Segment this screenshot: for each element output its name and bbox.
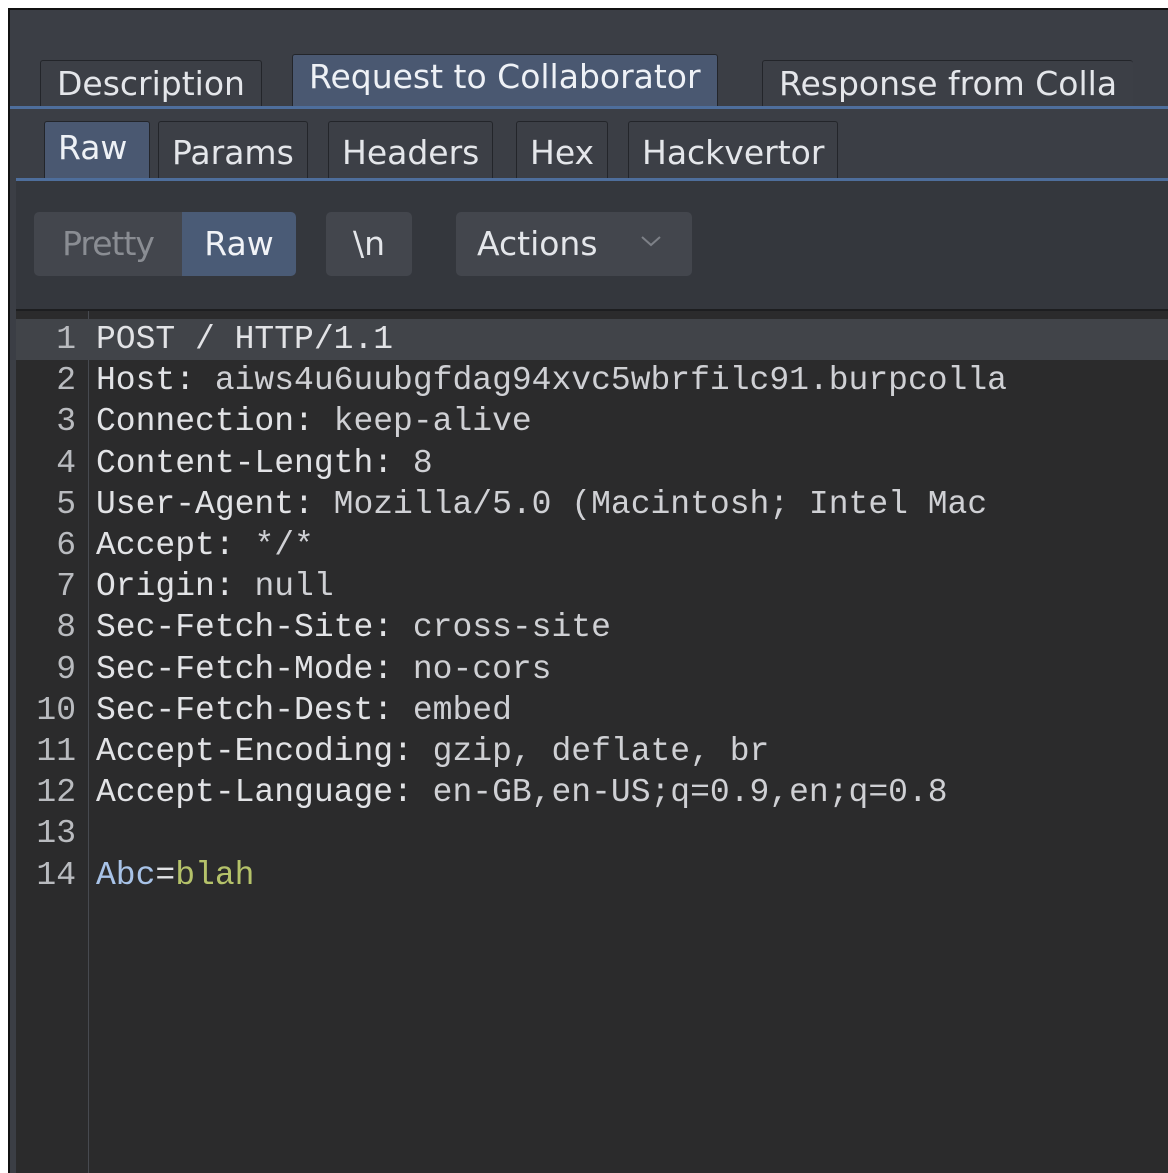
header-name: Accept: <box>96 527 255 564</box>
header-name: Sec-Fetch-Mode: <box>96 650 413 688</box>
subtab-hackvertor[interactable]: Hackvertor <box>628 121 839 178</box>
body-param-equals: = <box>155 856 176 894</box>
line-text: Accept-Encoding: gzip, deflate, br <box>96 731 769 772</box>
line-number: 7 <box>56 568 76 606</box>
line-text: Host: aiws4u6uubgfdag94xvc5wbrfilc91.bur… <box>96 360 1007 401</box>
editor-line[interactable]: 1 POST / HTTP/1.1 <box>16 319 1168 360</box>
header-name: User-Agent: <box>96 485 334 523</box>
line-text: Sec-Fetch-Dest: embed <box>96 690 512 731</box>
header-name: Connection: <box>96 403 334 441</box>
subtab-headers[interactable]: Headers <box>328 121 494 178</box>
tab-request-to-collaborator[interactable]: Request to Collaborator <box>292 54 718 106</box>
header-name: Accept-Encoding: <box>96 733 433 770</box>
header-value: embed <box>412 691 512 729</box>
editor-line[interactable]: 5 User-Agent: Mozilla/5.0 (Macintosh; Int… <box>16 484 1168 525</box>
line-text: Sec-Fetch-Mode: no-cors <box>96 649 551 690</box>
show-newlines-button[interactable]: \n <box>326 212 412 276</box>
line-number: 4 <box>56 444 76 482</box>
header-value: cross-site <box>412 609 611 647</box>
tab-response-from-collaborator[interactable]: Response from Colla <box>762 60 1134 106</box>
request-editor[interactable]: 1 POST / HTTP/1.1 2 Host: aiws4u6uubgfdag94… <box>16 309 1168 1173</box>
line-number: 2 <box>56 362 76 400</box>
line-number: 5 <box>56 485 76 523</box>
raw-toggle-button[interactable]: Raw <box>182 212 296 276</box>
header-name: Sec-Fetch-Site: <box>96 609 413 647</box>
header-value: 8 <box>412 444 433 482</box>
actions-dropdown-button[interactable]: Actions <box>456 212 692 276</box>
message-viewer-panel: Description Request to Collaborator Resp… <box>8 8 1168 1173</box>
header-value: no-cors <box>412 650 552 688</box>
editor-line[interactable]: 13 <box>16 813 1168 854</box>
body-param-value: blah <box>175 856 255 894</box>
body-param-name: Abc <box>96 856 156 894</box>
line-number: 6 <box>56 527 76 564</box>
header-name: Origin: <box>96 568 255 606</box>
subtab-hex[interactable]: Hex <box>516 121 609 178</box>
top-tab-bar: Description Request to Collaborator Resp… <box>10 10 1168 106</box>
pretty-toggle-button[interactable]: Pretty <box>34 212 182 276</box>
line-number: 9 <box>56 650 76 688</box>
header-value: en-GB,en-US;q=0.9,en;q=0.8 <box>432 774 948 812</box>
line-number: 1 <box>56 321 76 358</box>
header-value: */* <box>254 527 314 564</box>
line-text: POST / HTTP/1.1 <box>96 319 393 360</box>
editor-line[interactable]: 8 Sec-Fetch-Site: cross-site <box>16 607 1168 648</box>
line-text: Abc=blah <box>96 855 254 896</box>
subtab-raw[interactable]: Raw <box>44 121 150 178</box>
header-value: keep-alive <box>333 403 532 441</box>
line-number: 10 <box>36 691 76 729</box>
line-text: User-Agent: Mozilla/5.0 (Macintosh; Inte… <box>96 484 987 525</box>
header-name: Host: <box>96 362 215 400</box>
editor-line[interactable]: 4 Content-Length: 8 <box>16 443 1168 484</box>
editor-line[interactable]: 7 Origin: null <box>16 566 1168 607</box>
header-name: Sec-Fetch-Dest: <box>96 691 413 729</box>
line-number: 8 <box>56 609 76 647</box>
line-number: 11 <box>36 733 76 770</box>
line-text: Origin: null <box>96 566 334 607</box>
header-value: gzip, deflate, br <box>432 733 770 770</box>
line-text: Accept-Language: en-GB,en-US;q=0.9,en;q=… <box>96 772 948 813</box>
editor-line[interactable]: 10 Sec-Fetch-Dest: embed <box>16 690 1168 731</box>
editor-line[interactable]: 3 Connection: keep-alive <box>16 401 1168 442</box>
editor-line[interactable]: 14 Abc=blah <box>16 855 1168 896</box>
line-number: 13 <box>36 815 76 853</box>
header-value: Mozilla/5.0 (Macintosh; Intel Mac <box>333 485 988 523</box>
editor-line[interactable]: 12 Accept-Language: en-GB,en-US;q=0.9,en;… <box>16 772 1168 813</box>
header-value: aiws4u6uubgfdag94xvc5wbrfilc91.burpcolla <box>214 362 1007 400</box>
header-name: POST / HTTP/1.1 <box>96 321 394 358</box>
header-name: Content-Length: <box>96 444 413 482</box>
header-name: Accept-Language: <box>96 774 433 812</box>
subtab-params[interactable]: Params <box>158 121 308 178</box>
editor-line[interactable]: 11 Accept-Encoding: gzip, deflate, br <box>16 731 1168 772</box>
line-number: 3 <box>56 403 76 441</box>
chevron-down-icon <box>641 236 661 247</box>
line-text: Sec-Fetch-Site: cross-site <box>96 607 611 648</box>
actions-label: Actions <box>477 224 598 263</box>
line-text: Connection: keep-alive <box>96 401 532 442</box>
line-text: Accept: */* <box>96 525 314 566</box>
tab-description[interactable]: Description <box>40 60 262 106</box>
header-value: null <box>254 568 334 606</box>
editor-line[interactable]: 2 Host: aiws4u6uubgfdag94xvc5wbrfilc91.bu… <box>16 360 1168 401</box>
editor-line[interactable]: 6 Accept: */* <box>16 525 1168 566</box>
line-number: 14 <box>36 856 76 894</box>
editor-line[interactable]: 9 Sec-Fetch-Mode: no-cors <box>16 649 1168 690</box>
line-number: 12 <box>36 774 76 812</box>
line-text: Content-Length: 8 <box>96 443 433 484</box>
